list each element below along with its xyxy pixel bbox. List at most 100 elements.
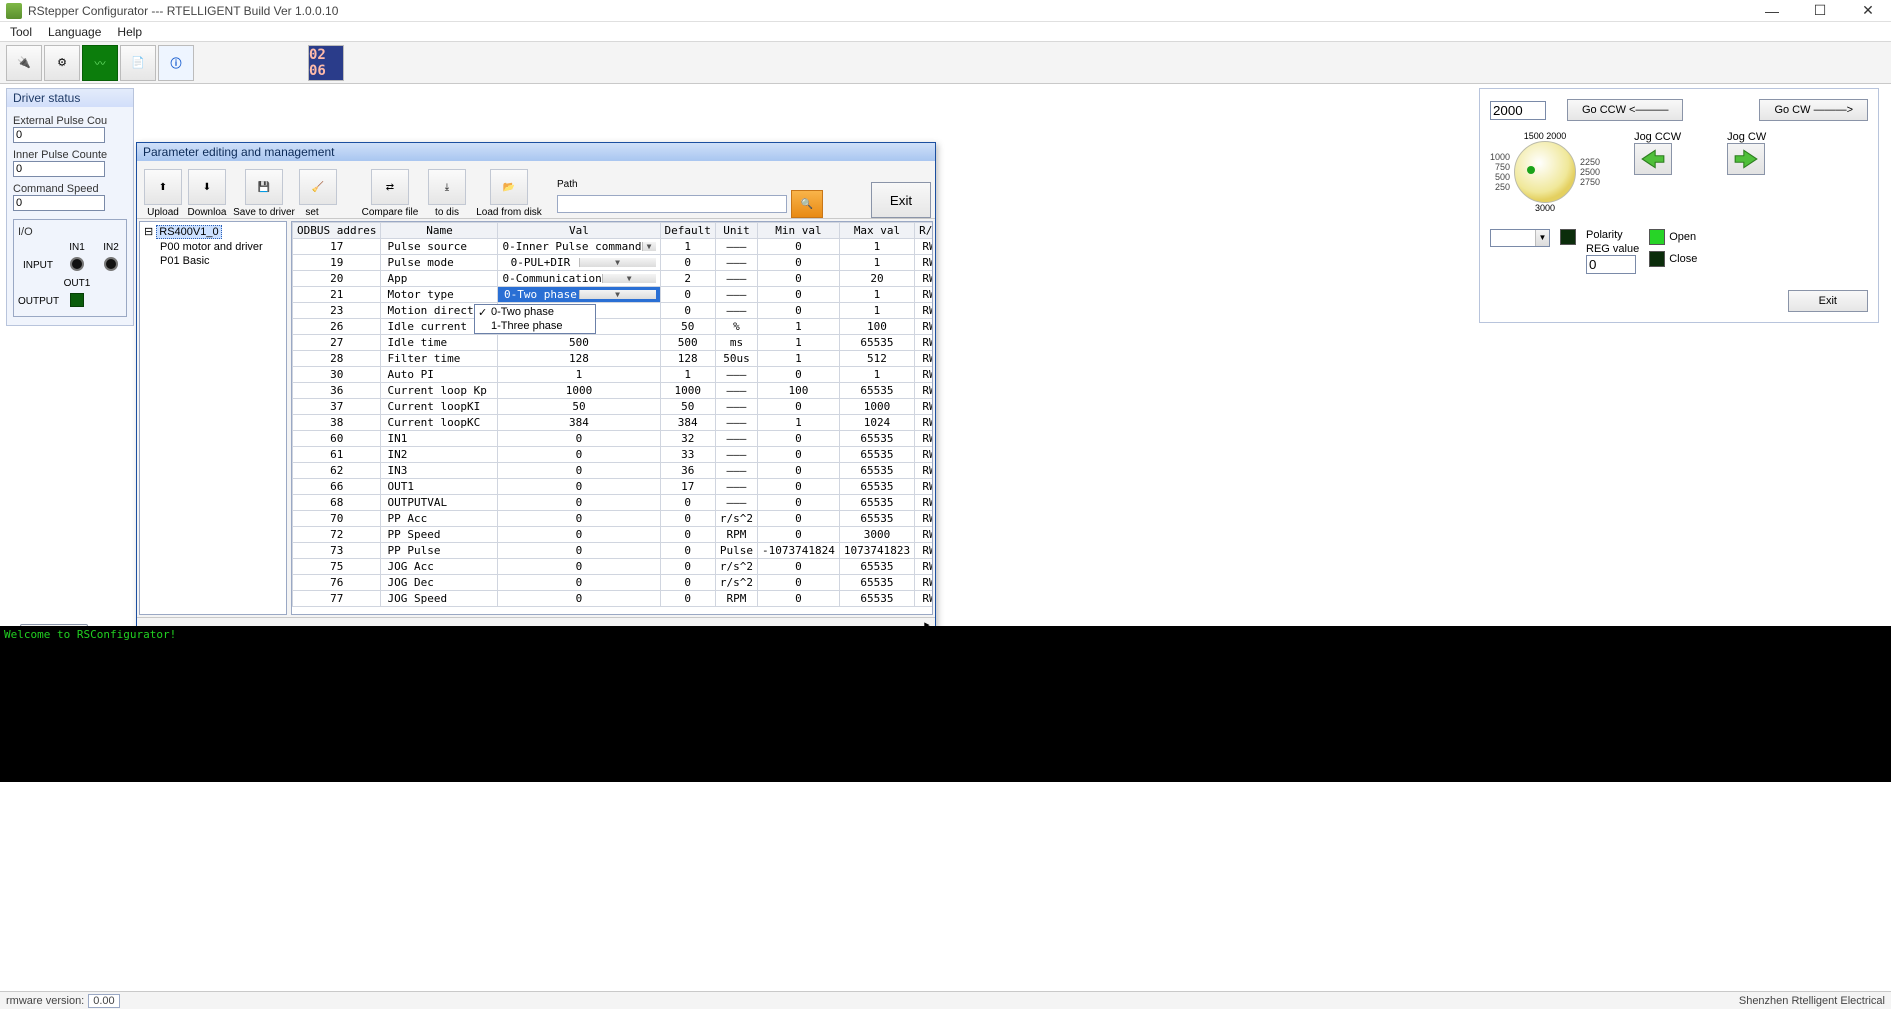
table-row[interactable]: 72PP Speed00RPM03000RW <box>293 527 934 543</box>
col-1[interactable]: Name <box>381 223 498 239</box>
cell: RW <box>915 511 933 527</box>
cell[interactable]: 0-Communication▼ <box>498 271 660 287</box>
cell: ——— <box>715 239 757 255</box>
table-row[interactable]: 26Idle current50%1100RW <box>293 319 934 335</box>
scope-icon[interactable]: 〰 <box>82 45 118 81</box>
cell: 0 <box>498 543 660 559</box>
menu-help[interactable]: Help <box>117 25 142 39</box>
cell: RW <box>915 335 933 351</box>
dropdown-opt-0[interactable]: 0-Two phase <box>475 305 595 319</box>
table-row[interactable]: 30Auto PI11———01RW <box>293 367 934 383</box>
connect-icon[interactable]: 🔌 <box>6 45 42 81</box>
load-disk-icon[interactable]: 📂 <box>490 169 528 205</box>
col-2[interactable]: Val <box>498 223 660 239</box>
table-row[interactable]: 23Motion direction0———01RW <box>293 303 934 319</box>
col-0[interactable]: ODBUS addres <box>293 223 381 239</box>
table-row[interactable]: 73PP Pulse00Pulse-10737418241073741823RW <box>293 543 934 559</box>
polarity-combo[interactable]: ▼ <box>1490 229 1550 247</box>
maximize-button[interactable]: ☐ <box>1803 2 1837 20</box>
cell[interactable]: 0-Two phase▼ <box>498 287 660 303</box>
param-table-wrap[interactable]: ODBUS addresNameValDefaultUnitMin valMax… <box>291 221 933 615</box>
table-row[interactable]: 36Current loop Kp10001000———10065535RW <box>293 383 934 399</box>
cell: RW <box>915 383 933 399</box>
tree-p00[interactable]: P00 motor and driver <box>142 240 284 254</box>
cell: 65535 <box>839 511 914 527</box>
cell[interactable]: 0-PUL+DIR▼ <box>498 255 660 271</box>
table-row[interactable]: 28Filter time12812850us1512RW <box>293 351 934 367</box>
table-row[interactable]: 70PP Acc00r/s^2065535RW <box>293 511 934 527</box>
col-3[interactable]: Default <box>660 223 715 239</box>
table-row[interactable]: 37Current loopKI5050———01000RW <box>293 399 934 415</box>
main-toolbar: 🔌 ⚙ 〰 📄 ⓘ 02 06 <box>0 42 1891 84</box>
table-row[interactable]: 61IN2033———065535RW <box>293 447 934 463</box>
go-cw-button[interactable]: Go CW ———> <box>1759 99 1868 121</box>
cell: 0 <box>758 303 840 319</box>
close-led <box>1649 251 1665 267</box>
table-row[interactable]: 17Pulse source0-Inner Pulse command▼1———… <box>293 239 934 255</box>
jog-cw-button[interactable] <box>1727 143 1765 175</box>
cmd-speed-input[interactable] <box>13 195 105 211</box>
out1-label: OUT1 <box>62 278 92 289</box>
compare-icon[interactable]: ⇄ <box>371 169 409 205</box>
close-button[interactable]: ✕ <box>1851 2 1885 20</box>
browse-icon[interactable]: 🔍 <box>791 190 823 218</box>
table-row[interactable]: 62IN3036———065535RW <box>293 463 934 479</box>
minimize-button[interactable]: — <box>1755 2 1789 20</box>
menu-tool[interactable]: Tool <box>10 25 32 39</box>
table-row[interactable]: 76JOG Dec00r/s^2065535RW <box>293 575 934 591</box>
col-5[interactable]: Min val <box>758 223 840 239</box>
save-driver-icon[interactable]: 💾 <box>245 169 283 205</box>
speed-gauge[interactable] <box>1514 141 1576 203</box>
motor-type-dropdown[interactable]: 0-Two phase 1-Three phase <box>474 304 596 334</box>
table-row[interactable]: 75JOG Acc00r/s^2065535RW <box>293 559 934 575</box>
reg-input[interactable] <box>1586 255 1636 274</box>
table-row[interactable]: 66OUT1017———065535RW <box>293 479 934 495</box>
table-row[interactable]: 27Idle time500500ms165535RW <box>293 335 934 351</box>
cell: 0 <box>660 511 715 527</box>
ext-pulse-input[interactable] <box>13 127 105 143</box>
table-row[interactable]: 38Current loopKC384384———11024RW <box>293 415 934 431</box>
control-panel: Go CCW <——— Go CW ———> 1000750500250 150… <box>1479 88 1879 323</box>
cell: ——— <box>715 399 757 415</box>
param-tree[interactable]: ⊟ RS400V1_0 P00 motor and driver P01 Bas… <box>139 221 287 615</box>
download-icon[interactable]: ⬇ <box>188 169 226 205</box>
dialog-exit-button[interactable]: Exit <box>871 182 931 218</box>
dialog-title: Parameter editing and management <box>137 143 935 161</box>
cell: RW <box>915 399 933 415</box>
inner-pulse-label: Inner Pulse Counte <box>13 149 127 161</box>
cell: PP Pulse <box>381 543 498 559</box>
inner-pulse-input[interactable] <box>13 161 105 177</box>
col-6[interactable]: Max val <box>839 223 914 239</box>
panel-exit-button[interactable]: Exit <box>1788 290 1868 312</box>
upload-icon[interactable]: ⬆ <box>144 169 182 205</box>
cell: 0 <box>498 495 660 511</box>
cell: RW <box>915 447 933 463</box>
table-row[interactable]: 19Pulse mode0-PUL+DIR▼0———01RW <box>293 255 934 271</box>
table-row[interactable]: 68OUTPUTVAL00———065535RW <box>293 495 934 511</box>
reset-icon[interactable]: 🧹 <box>299 169 337 205</box>
menu-language[interactable]: Language <box>48 25 101 39</box>
go-ccw-button[interactable]: Go CCW <——— <box>1567 99 1683 121</box>
jog-cw-label: Jog CW <box>1727 131 1766 143</box>
dropdown-opt-1[interactable]: 1-Three phase <box>475 319 595 333</box>
cell: 0 <box>758 495 840 511</box>
table-row[interactable]: 21Motor type0-Two phase▼0———01RW <box>293 287 934 303</box>
tree-p01[interactable]: P01 Basic <box>142 254 284 268</box>
path-input[interactable] <box>557 195 787 213</box>
table-row[interactable]: 60IN1032———065535RW <box>293 431 934 447</box>
cell: 61 <box>293 447 381 463</box>
table-row[interactable]: 20App0-Communication▼2———020RW <box>293 271 934 287</box>
cell: Pulse <box>715 543 757 559</box>
step-input[interactable] <box>1490 101 1546 120</box>
doc-icon[interactable]: 📄 <box>120 45 156 81</box>
info-icon[interactable]: ⓘ <box>158 45 194 81</box>
tree-root[interactable]: RS400V1_0 <box>156 225 221 239</box>
cell[interactable]: 0-Inner Pulse command▼ <box>498 239 660 255</box>
col-7[interactable]: R/W <box>915 223 933 239</box>
jog-ccw-button[interactable] <box>1634 143 1672 175</box>
settings-icon[interactable]: ⚙ <box>44 45 80 81</box>
table-row[interactable]: 77JOG Speed00RPM065535RW <box>293 591 934 607</box>
save-disk-icon[interactable]: ⤓ <box>428 169 466 205</box>
col-4[interactable]: Unit <box>715 223 757 239</box>
cell: 0 <box>758 239 840 255</box>
